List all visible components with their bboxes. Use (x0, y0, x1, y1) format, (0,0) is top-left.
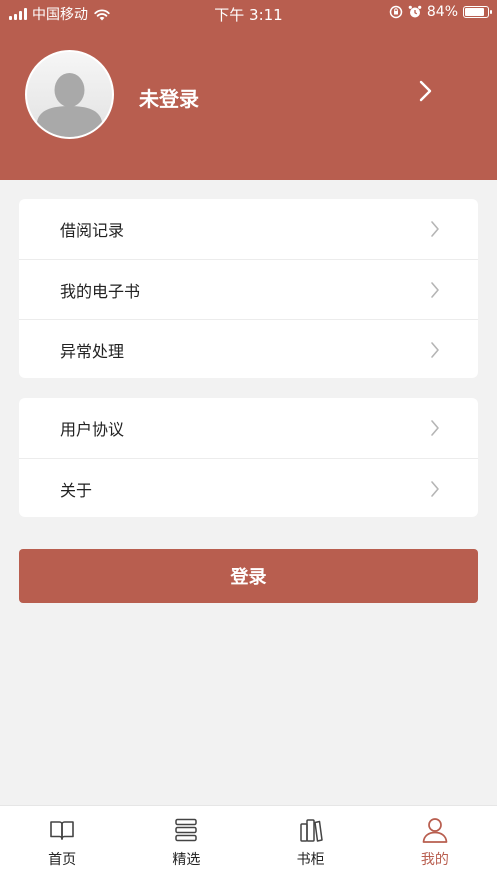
chevron-right-icon (431, 282, 439, 298)
person-icon (422, 818, 448, 843)
chevron-right-icon (431, 420, 439, 436)
menu-item-borrow-records[interactable]: 借阅记录 (19, 199, 478, 259)
menu-item-label: 关于 (60, 480, 93, 500)
profile-header: 中国移动 下午 3:11 84% 未登录 (0, 0, 497, 180)
bottom-tab-bar: 首页 精选 书柜 我的 (0, 805, 497, 883)
chevron-right-icon (431, 342, 439, 358)
menu-item-label: 借阅记录 (60, 221, 125, 240)
login-button[interactable]: 登录 (19, 549, 478, 603)
book-open-icon (50, 821, 74, 840)
tab-mine[interactable]: 我的 (373, 806, 497, 883)
chevron-right-icon (431, 481, 439, 497)
menu-item-about[interactable]: 关于 (19, 458, 478, 517)
tab-label: 我的 (420, 852, 449, 868)
tab-label: 精选 (172, 852, 201, 868)
stack-icon (175, 818, 198, 842)
battery-percent: 84% (426, 4, 458, 20)
bookshelf-icon (299, 819, 323, 842)
user-placeholder-icon (37, 73, 102, 137)
tab-label: 书柜 (296, 852, 325, 868)
menu-item-user-agreement[interactable]: 用户协议 (19, 398, 478, 458)
tab-bookshelf[interactable]: 书柜 (249, 806, 373, 883)
menu-item-exception-handling[interactable]: 异常处理 (19, 319, 478, 378)
avatar[interactable] (25, 50, 114, 139)
tab-label: 首页 (48, 852, 77, 868)
status-bar: 中国移动 下午 3:11 84% (0, 0, 497, 26)
menu-item-my-ebooks[interactable]: 我的电子书 (19, 259, 478, 319)
status-right: 84% (389, 4, 492, 20)
username-label[interactable]: 未登录 (139, 83, 199, 112)
alarm-icon (408, 5, 422, 18)
tab-home[interactable]: 首页 (0, 806, 124, 883)
menu-group-info: 用户协议 关于 (19, 398, 478, 517)
tab-featured[interactable]: 精选 (124, 806, 248, 883)
rotation-lock-icon (389, 5, 403, 19)
menu-item-label: 用户协议 (60, 420, 125, 439)
chevron-right-icon (431, 221, 439, 237)
menu-item-label: 我的电子书 (60, 281, 141, 301)
menu-group-records: 借阅记录 我的电子书 异常处理 (19, 199, 478, 378)
menu-item-label: 异常处理 (60, 341, 125, 361)
profile-chevron-right-icon[interactable] (417, 78, 435, 104)
battery-icon (463, 6, 492, 18)
